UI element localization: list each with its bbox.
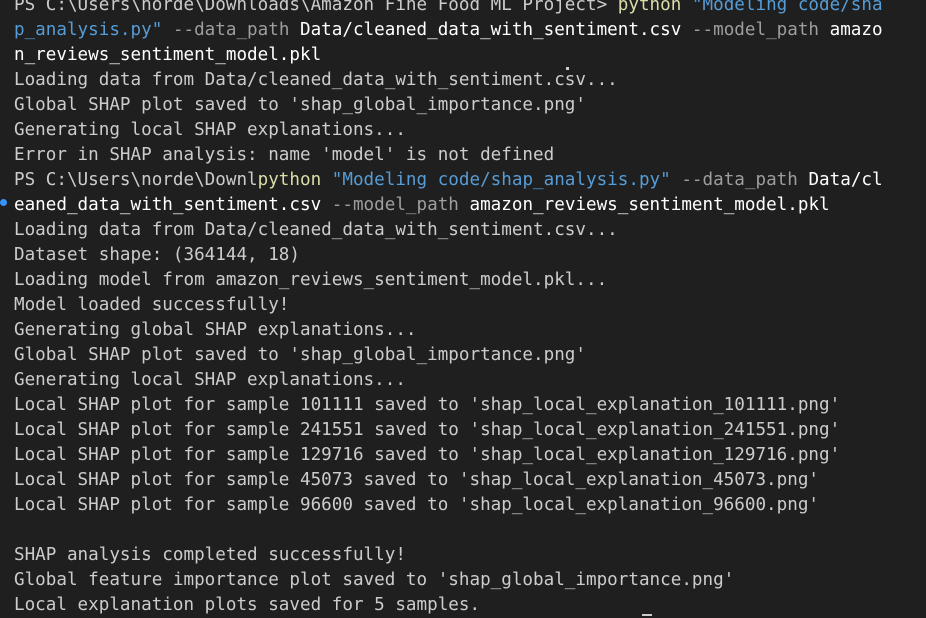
terminal-text-segment: eaned_data_with_sentiment.csv	[14, 195, 322, 215]
terminal-text-segment: Error in SHAP analysis: name 'model' is …	[14, 145, 555, 165]
terminal-text-segment: Local SHAP plot for sample 96600 saved t…	[14, 495, 820, 515]
terminal-text-segment: --data_path	[162, 20, 300, 40]
terminal-line: Local explanation plots saved for 5 samp…	[14, 593, 926, 618]
terminal-text-segment: Global SHAP plot saved to 'shap_global_i…	[14, 345, 586, 365]
terminal-text-segment: Local SHAP plot for sample 45073 saved t…	[14, 470, 820, 490]
terminal-line: Model loaded successfully!	[14, 293, 926, 318]
terminal-text-segment: Loading data from Data/cleaned_data_with…	[14, 70, 618, 90]
terminal-text-segment: --model_path	[321, 195, 470, 215]
terminal-text-segment: Global feature importance plot saved to …	[14, 570, 735, 590]
terminal-text-segment: Local SHAP plot for sample 241551 saved …	[14, 420, 841, 440]
terminal-text-segment: amazo	[829, 20, 883, 40]
terminal-text-segment: Global SHAP plot saved to 'shap_global_i…	[14, 95, 586, 115]
terminal-line: Generating local SHAP explanations...	[14, 118, 926, 143]
terminal-text-segment: Local SHAP plot for sample 101111 saved …	[14, 395, 841, 415]
render-artifact-dot	[566, 67, 569, 70]
terminal-line: p_analysis.py" --data_path Data/cleaned_…	[14, 18, 926, 43]
terminal-text-segment: "Modeling code/sha	[681, 0, 883, 15]
terminal-panel[interactable]: PS C:\Users\norde\Downloads\Amazon Fine …	[0, 0, 926, 618]
terminal-text-segment: python	[257, 170, 322, 190]
terminal-line: Local SHAP plot for sample 101111 saved …	[14, 393, 926, 418]
terminal-line: Global feature importance plot saved to …	[14, 568, 926, 593]
terminal-text-segment: --data_path	[670, 170, 809, 190]
terminal-text-segment: Dataset shape: (364144, 18)	[14, 245, 300, 265]
terminal-text-segment: amazon_reviews_sentiment_model.pkl	[469, 195, 830, 215]
terminal-line: Dataset shape: (364144, 18)	[14, 243, 926, 268]
terminal-line: Error in SHAP analysis: name 'model' is …	[14, 143, 926, 168]
terminal-text-segment: Model loaded successfully!	[14, 295, 290, 315]
terminal-text-segment: Data/cl	[808, 170, 883, 190]
terminal-text-segment: p_analysis.py"	[14, 20, 163, 40]
terminal-text-segment: Data/cleaned_data_with_sentiment.csv	[300, 20, 682, 40]
terminal-line: Loading model from amazon_reviews_sentim…	[14, 268, 926, 293]
command-decoration-icon[interactable]	[0, 199, 7, 206]
terminal-text-segment: Loading model from amazon_reviews_sentim…	[14, 270, 608, 290]
terminal-text-segment: --model_path	[681, 20, 830, 40]
terminal-line: Local SHAP plot for sample 129716 saved …	[14, 443, 926, 468]
terminal-text-segment: n_reviews_sentiment_model.pkl	[14, 45, 322, 65]
terminal-line: Global SHAP plot saved to 'shap_global_i…	[14, 93, 926, 118]
terminal-line: Loading data from Data/cleaned_data_with…	[14, 218, 926, 243]
terminal-text-segment: Generating local SHAP explanations...	[14, 120, 406, 140]
terminal-line: Global SHAP plot saved to 'shap_global_i…	[14, 343, 926, 368]
terminal-text-segment: SHAP analysis completed successfully!	[14, 545, 406, 565]
terminal-text-segment: PS C:\Users\norde\Downl	[14, 170, 258, 190]
terminal-text-segment: Generating local SHAP explanations...	[14, 370, 406, 390]
terminal-text-segment: "Modeling code/shap_analysis.py"	[321, 170, 671, 190]
terminal-text-segment: Local SHAP plot for sample 129716 saved …	[14, 445, 841, 465]
terminal-line: Generating global SHAP explanations...	[14, 318, 926, 343]
terminal-line: n_reviews_sentiment_model.pkl	[14, 43, 926, 68]
terminal-cursor	[642, 614, 652, 616]
terminal-text-segment: PS C:\Users\norde\Downloads\Amazon Fine …	[14, 0, 618, 15]
terminal-line: Local SHAP plot for sample 45073 saved t…	[14, 468, 926, 493]
terminal-text-segment: python	[617, 0, 682, 15]
terminal-line: Local SHAP plot for sample 241551 saved …	[14, 418, 926, 443]
terminal-line: SHAP analysis completed successfully!	[14, 543, 926, 568]
terminal-line: Generating local SHAP explanations...	[14, 368, 926, 393]
terminal-text-segment: Loading data from Data/cleaned_data_with…	[14, 220, 618, 240]
terminal-line: Local SHAP plot for sample 96600 saved t…	[14, 493, 926, 518]
terminal-line: Loading data from Data/cleaned_data_with…	[14, 68, 926, 93]
terminal-line: eaned_data_with_sentiment.csv --model_pa…	[14, 193, 926, 218]
terminal-text-segment: Local explanation plots saved for 5 samp…	[14, 595, 481, 615]
terminal-text-segment: Generating global SHAP explanations...	[14, 320, 417, 340]
terminal-output[interactable]: PS C:\Users\norde\Downloads\Amazon Fine …	[14, 0, 926, 618]
terminal-line: PS C:\Users\norde\Downlpython "Modeling …	[14, 168, 926, 193]
terminal-line: PS C:\Users\norde\Downloads\Amazon Fine …	[14, 0, 926, 18]
